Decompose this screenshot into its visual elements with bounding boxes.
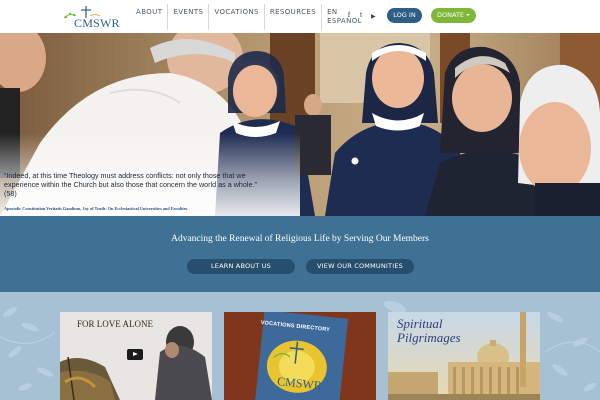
- card3-title-line2: Pilgrimages: [397, 330, 461, 345]
- nav-vocations[interactable]: VOCATIONS: [208, 4, 263, 30]
- youtube-icon[interactable]: ▶: [371, 13, 376, 20]
- facebook-icon[interactable]: f: [348, 12, 350, 19]
- logo-text: CMSWR: [74, 16, 120, 30]
- lang-line-1: EN: [327, 8, 338, 16]
- card3-title: Spiritual Pilgrimages: [397, 317, 461, 345]
- hero-citation: Apostolic Constitution Veritatis Gaudium…: [4, 206, 189, 211]
- nav-about[interactable]: ABOUT: [131, 4, 167, 30]
- main-nav: ABOUT EVENTS VOCATIONS RESOURCES EN ESPA…: [131, 4, 367, 30]
- card1-title: FOR LOVE ALONE: [77, 319, 153, 329]
- site-header: CMSWR ABOUT EVENTS VOCATIONS RESOURCES E…: [0, 0, 600, 33]
- card3-title-line1: Spiritual: [397, 316, 443, 331]
- nav-resources[interactable]: RESOURCES: [263, 4, 321, 30]
- card-spiritual-pilgrimages[interactable]: Spiritual Pilgrimages: [388, 312, 540, 400]
- card-vocations-directory[interactable]: VOCATIONS DIRECTORY CMSWR: [224, 312, 376, 400]
- login-button[interactable]: LOG IN: [387, 8, 422, 23]
- mission-band: [0, 216, 600, 292]
- mission-tagline: Advancing the Renewal of Religious Life …: [171, 234, 429, 244]
- caret-down-icon: [466, 14, 470, 16]
- hero-quote: “Indeed, at this time Theology must addr…: [4, 171, 257, 198]
- learn-about-us-button[interactable]: LEARN ABOUT US: [187, 259, 295, 274]
- play-video-icon[interactable]: [127, 349, 143, 360]
- hero-banner: “Indeed, at this time Theology must addr…: [0, 33, 600, 216]
- lang-line-2: ESPAÑOL: [327, 17, 362, 25]
- twitter-icon[interactable]: t: [360, 12, 362, 19]
- donate-button[interactable]: DONATE: [431, 8, 476, 23]
- view-communities-button[interactable]: VIEW OUR COMMUNITIES: [306, 259, 414, 274]
- donate-label: DONATE: [436, 11, 464, 19]
- cmswr-logo[interactable]: CMSWR: [62, 4, 119, 30]
- nav-events[interactable]: EVENTS: [167, 4, 208, 30]
